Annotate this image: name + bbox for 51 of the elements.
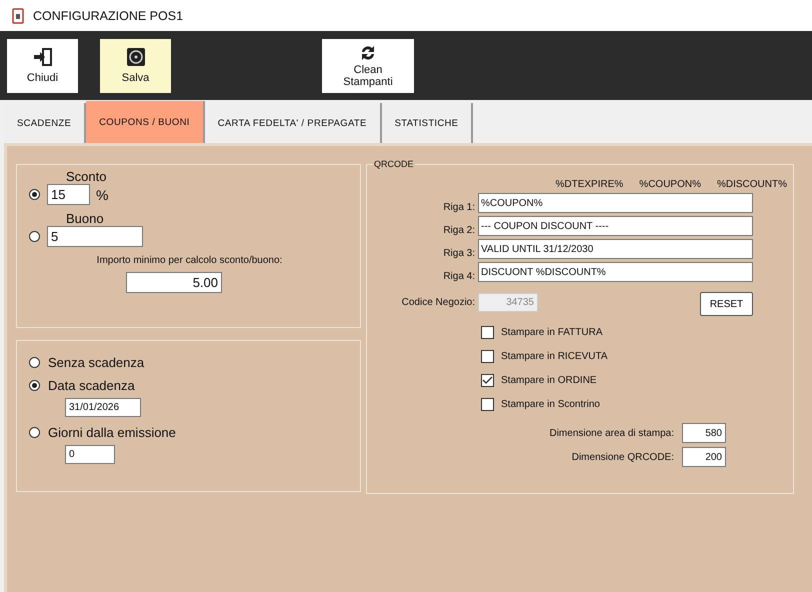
minimum-amount-label: Importo minimo per calcolo sconto/buono: bbox=[96, 255, 284, 266]
input-field[interactable]: 0 bbox=[65, 445, 115, 464]
size-label: Dimensione area di stampa: bbox=[549, 428, 674, 438]
placeholder-tag: %COUPON% bbox=[639, 179, 701, 190]
input-field[interactable]: 200 bbox=[682, 447, 726, 467]
tab[interactable]: COUPONS / BUONI bbox=[86, 101, 205, 143]
placeholder-tag: %DISCOUNT% bbox=[716, 179, 787, 190]
option-label: Buono bbox=[66, 211, 105, 226]
hard-disk-icon bbox=[126, 47, 146, 67]
input-field[interactable]: 31/01/2026 bbox=[65, 398, 141, 417]
line-label: Riga 1: bbox=[442, 202, 476, 213]
option-label: Data scadenza bbox=[48, 378, 135, 393]
checkbox-label: Stampare in Scontrino bbox=[501, 399, 600, 410]
unit-label: % bbox=[96, 186, 108, 202]
checkbox[interactable] bbox=[481, 374, 494, 387]
checkbox[interactable] bbox=[481, 326, 494, 339]
radio-button[interactable] bbox=[29, 189, 40, 200]
toolbar-button[interactable]: Clean Stampanti bbox=[322, 38, 414, 92]
toolbar-button[interactable]: Chiudi bbox=[7, 38, 78, 92]
line-label: Riga 2: bbox=[442, 225, 476, 236]
window-title: CONFIGURAZIONE POS1 bbox=[33, 8, 184, 22]
exit-icon bbox=[32, 47, 52, 67]
input-field[interactable]: 15 bbox=[47, 184, 90, 205]
placeholder-tag: %DTEXPIRE% bbox=[556, 179, 624, 190]
line-label: Riga 4: bbox=[442, 271, 476, 282]
checkbox[interactable] bbox=[481, 350, 494, 363]
input-field[interactable]: %COUPON% bbox=[478, 193, 753, 213]
checkbox-label: Stampare in ORDINE bbox=[501, 375, 597, 386]
checkbox[interactable] bbox=[481, 398, 494, 411]
toolbar-button[interactable]: Salva bbox=[100, 38, 171, 92]
option-label: Sconto bbox=[66, 169, 108, 184]
input-field[interactable]: 580 bbox=[682, 423, 726, 443]
option-label: Giorni dalla emissione bbox=[48, 425, 176, 440]
radio-button[interactable] bbox=[29, 427, 40, 438]
group-title: QRCODE bbox=[373, 159, 415, 169]
radio-button[interactable] bbox=[29, 357, 40, 368]
minimum-amount-field[interactable]: 5.00 bbox=[126, 272, 222, 293]
checkbox-label: Stampare in RICEVUTA bbox=[501, 351, 608, 362]
reset-button[interactable]: RESET bbox=[700, 292, 753, 316]
input-field[interactable]: --- COUPON DISCOUNT ---- bbox=[478, 216, 753, 236]
size-label: Dimensione QRCODE: bbox=[572, 452, 674, 462]
store-code-label: Codice Negozio: bbox=[400, 296, 476, 308]
line-label: Riga 3: bbox=[442, 248, 476, 259]
checkbox-label: Stampare in FATTURA bbox=[501, 327, 603, 338]
input-field[interactable]: VALID UNTIL 31/12/2030 bbox=[478, 239, 753, 259]
input-field[interactable]: 5 bbox=[47, 226, 143, 247]
input-field[interactable]: DISCUONT %DISCOUNT% bbox=[478, 262, 753, 282]
radio-button[interactable] bbox=[29, 380, 40, 391]
app-icon bbox=[12, 8, 24, 24]
option-label: Senza scadenza bbox=[48, 355, 144, 370]
radio-button[interactable] bbox=[29, 231, 40, 242]
